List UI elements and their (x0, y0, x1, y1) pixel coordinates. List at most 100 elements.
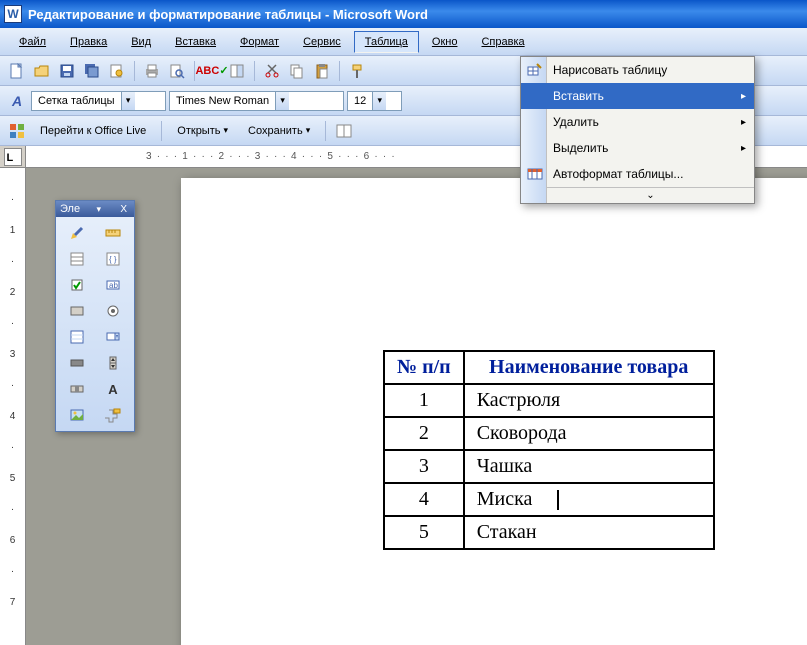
word-app-icon: W (4, 5, 22, 23)
cell-name[interactable]: Кастрюля (464, 384, 714, 417)
cell-name[interactable]: Чашка (464, 450, 714, 483)
office-live-save[interactable]: Сохранить▾ (240, 120, 318, 142)
cell-number[interactable]: 3 (384, 450, 464, 483)
submenu-arrow-icon: ▸ (741, 143, 746, 154)
office-live-icon[interactable] (6, 120, 28, 142)
table-row[interactable]: 3Чашка (384, 450, 714, 483)
toggle-control-icon[interactable] (60, 351, 94, 375)
cut-icon[interactable] (261, 60, 283, 82)
vertical-ruler[interactable]: ·1·2·3·4·5·6·7 (0, 168, 26, 645)
menu-window[interactable]: Окно (421, 31, 469, 53)
submenu-arrow-icon: ▸ (741, 91, 746, 102)
chevron-down-icon: ▾ (121, 92, 135, 110)
toolbar-separator (134, 61, 135, 81)
toolbox-close-icon[interactable]: X (117, 204, 130, 215)
cell-name[interactable]: Миска (464, 483, 714, 516)
controls-toolbox[interactable]: Эле ▾ X { } ab| A (55, 200, 135, 432)
styles-icon[interactable]: A (6, 90, 28, 112)
office-live-go[interactable]: Перейти к Office Live (32, 120, 154, 142)
menu-insert[interactable]: Вставка (164, 31, 227, 53)
spin-control-icon[interactable] (96, 351, 130, 375)
properties-icon[interactable] (60, 247, 94, 271)
draw-table-icon (525, 60, 545, 80)
scrollbar-control-icon[interactable] (60, 377, 94, 401)
menu-table[interactable]: Таблица (354, 31, 419, 53)
style-combo[interactable]: Сетка таблицы ▾ (31, 91, 166, 111)
chevron-down-icon: ▾ (275, 92, 289, 110)
toolbar-separator (325, 121, 326, 141)
toolbox-titlebar[interactable]: Эле ▾ X (56, 201, 134, 217)
textbox-control-icon[interactable]: ab| (96, 273, 130, 297)
view-code-icon[interactable]: { } (96, 247, 130, 271)
table-header-row: № п/п Наименование товара (384, 351, 714, 384)
new-doc-icon[interactable] (6, 60, 28, 82)
header-name[interactable]: Наименование товара (464, 351, 714, 384)
cell-number[interactable]: 2 (384, 417, 464, 450)
menu-tools[interactable]: Сервис (292, 31, 352, 53)
reading-layout-icon[interactable] (333, 120, 355, 142)
table-row[interactable]: 2Сковорода (384, 417, 714, 450)
font-combo-text: Times New Roman (174, 95, 275, 107)
menu-expand-chevron[interactable]: ⌄ (547, 187, 754, 203)
svg-text:ab|: ab| (109, 281, 120, 290)
combobox-control-icon[interactable] (96, 325, 130, 349)
cell-name[interactable]: Сковорода (464, 417, 714, 450)
cell-name[interactable]: Стакан (464, 516, 714, 549)
format-painter-icon[interactable] (346, 60, 368, 82)
saveall-icon[interactable] (81, 60, 103, 82)
menu-select-table[interactable]: Выделить ▸ (521, 135, 754, 161)
label-control-icon[interactable]: A (96, 377, 130, 401)
open-icon[interactable] (31, 60, 53, 82)
cell-number[interactable]: 4 (384, 483, 464, 516)
checkbox-control-icon[interactable] (60, 273, 94, 297)
document-table[interactable]: № п/п Наименование товара 1Кастрюля2Сков… (383, 350, 715, 550)
print-preview-icon[interactable] (166, 60, 188, 82)
table-menu-dropdown: Нарисовать таблицу Вставить ▸ Удалить ▸ … (520, 56, 755, 204)
autoformat-icon (525, 164, 545, 184)
design-mode-icon[interactable] (60, 221, 94, 245)
office-live-open[interactable]: Открыть▾ (169, 120, 236, 142)
table-row[interactable]: 1Кастрюля (384, 384, 714, 417)
menu-help[interactable]: Справка (470, 31, 535, 53)
copy-icon[interactable] (286, 60, 308, 82)
menu-delete-table[interactable]: Удалить ▸ (521, 109, 754, 135)
menu-autoformat-table[interactable]: Автоформат таблицы... (521, 161, 754, 187)
paste-icon[interactable] (311, 60, 333, 82)
print-icon[interactable] (141, 60, 163, 82)
title-bar: W Редактирование и форматирование таблиц… (0, 0, 807, 28)
menu-view[interactable]: Вид (120, 31, 162, 53)
save-icon[interactable] (56, 60, 78, 82)
table-row[interactable]: 5Стакан (384, 516, 714, 549)
header-number[interactable]: № п/п (384, 351, 464, 384)
listbox-control-icon[interactable] (60, 325, 94, 349)
menu-bar: Файл Правка Вид Вставка Формат Сервис Та… (0, 28, 807, 56)
image-control-icon[interactable] (60, 403, 94, 427)
table-row[interactable]: 4Миска (384, 483, 714, 516)
menu-format[interactable]: Формат (229, 31, 290, 53)
toolbar-separator (339, 61, 340, 81)
more-controls-icon[interactable] (96, 403, 130, 427)
menu-insert-table[interactable]: Вставить ▸ (521, 83, 754, 109)
cell-number[interactable]: 5 (384, 516, 464, 549)
toolbox-chevron-down-icon[interactable]: ▾ (96, 204, 101, 215)
permissions-icon[interactable] (106, 60, 128, 82)
menu-file[interactable]: Файл (8, 31, 57, 53)
toolbar-separator (254, 61, 255, 81)
submenu-arrow-icon: ▸ (741, 117, 746, 128)
size-combo[interactable]: 12 ▾ (347, 91, 402, 111)
research-icon[interactable] (226, 60, 248, 82)
toolbox-title-text: Эле (60, 203, 80, 215)
menu-edit[interactable]: Правка (59, 31, 118, 53)
cell-number[interactable]: 1 (384, 384, 464, 417)
button-control-icon[interactable] (60, 299, 94, 323)
ruler-tool-icon[interactable] (96, 221, 130, 245)
option-control-icon[interactable] (96, 299, 130, 323)
spellcheck-icon[interactable]: ABC✓ (201, 60, 223, 82)
text-caret (557, 490, 559, 510)
toolbar-separator (161, 121, 162, 141)
size-combo-text: 12 (352, 95, 372, 107)
tab-selector[interactable]: L (0, 146, 26, 168)
chevron-down-icon: ▾ (372, 92, 386, 110)
font-combo[interactable]: Times New Roman ▾ (169, 91, 344, 111)
menu-draw-table[interactable]: Нарисовать таблицу (521, 57, 754, 83)
